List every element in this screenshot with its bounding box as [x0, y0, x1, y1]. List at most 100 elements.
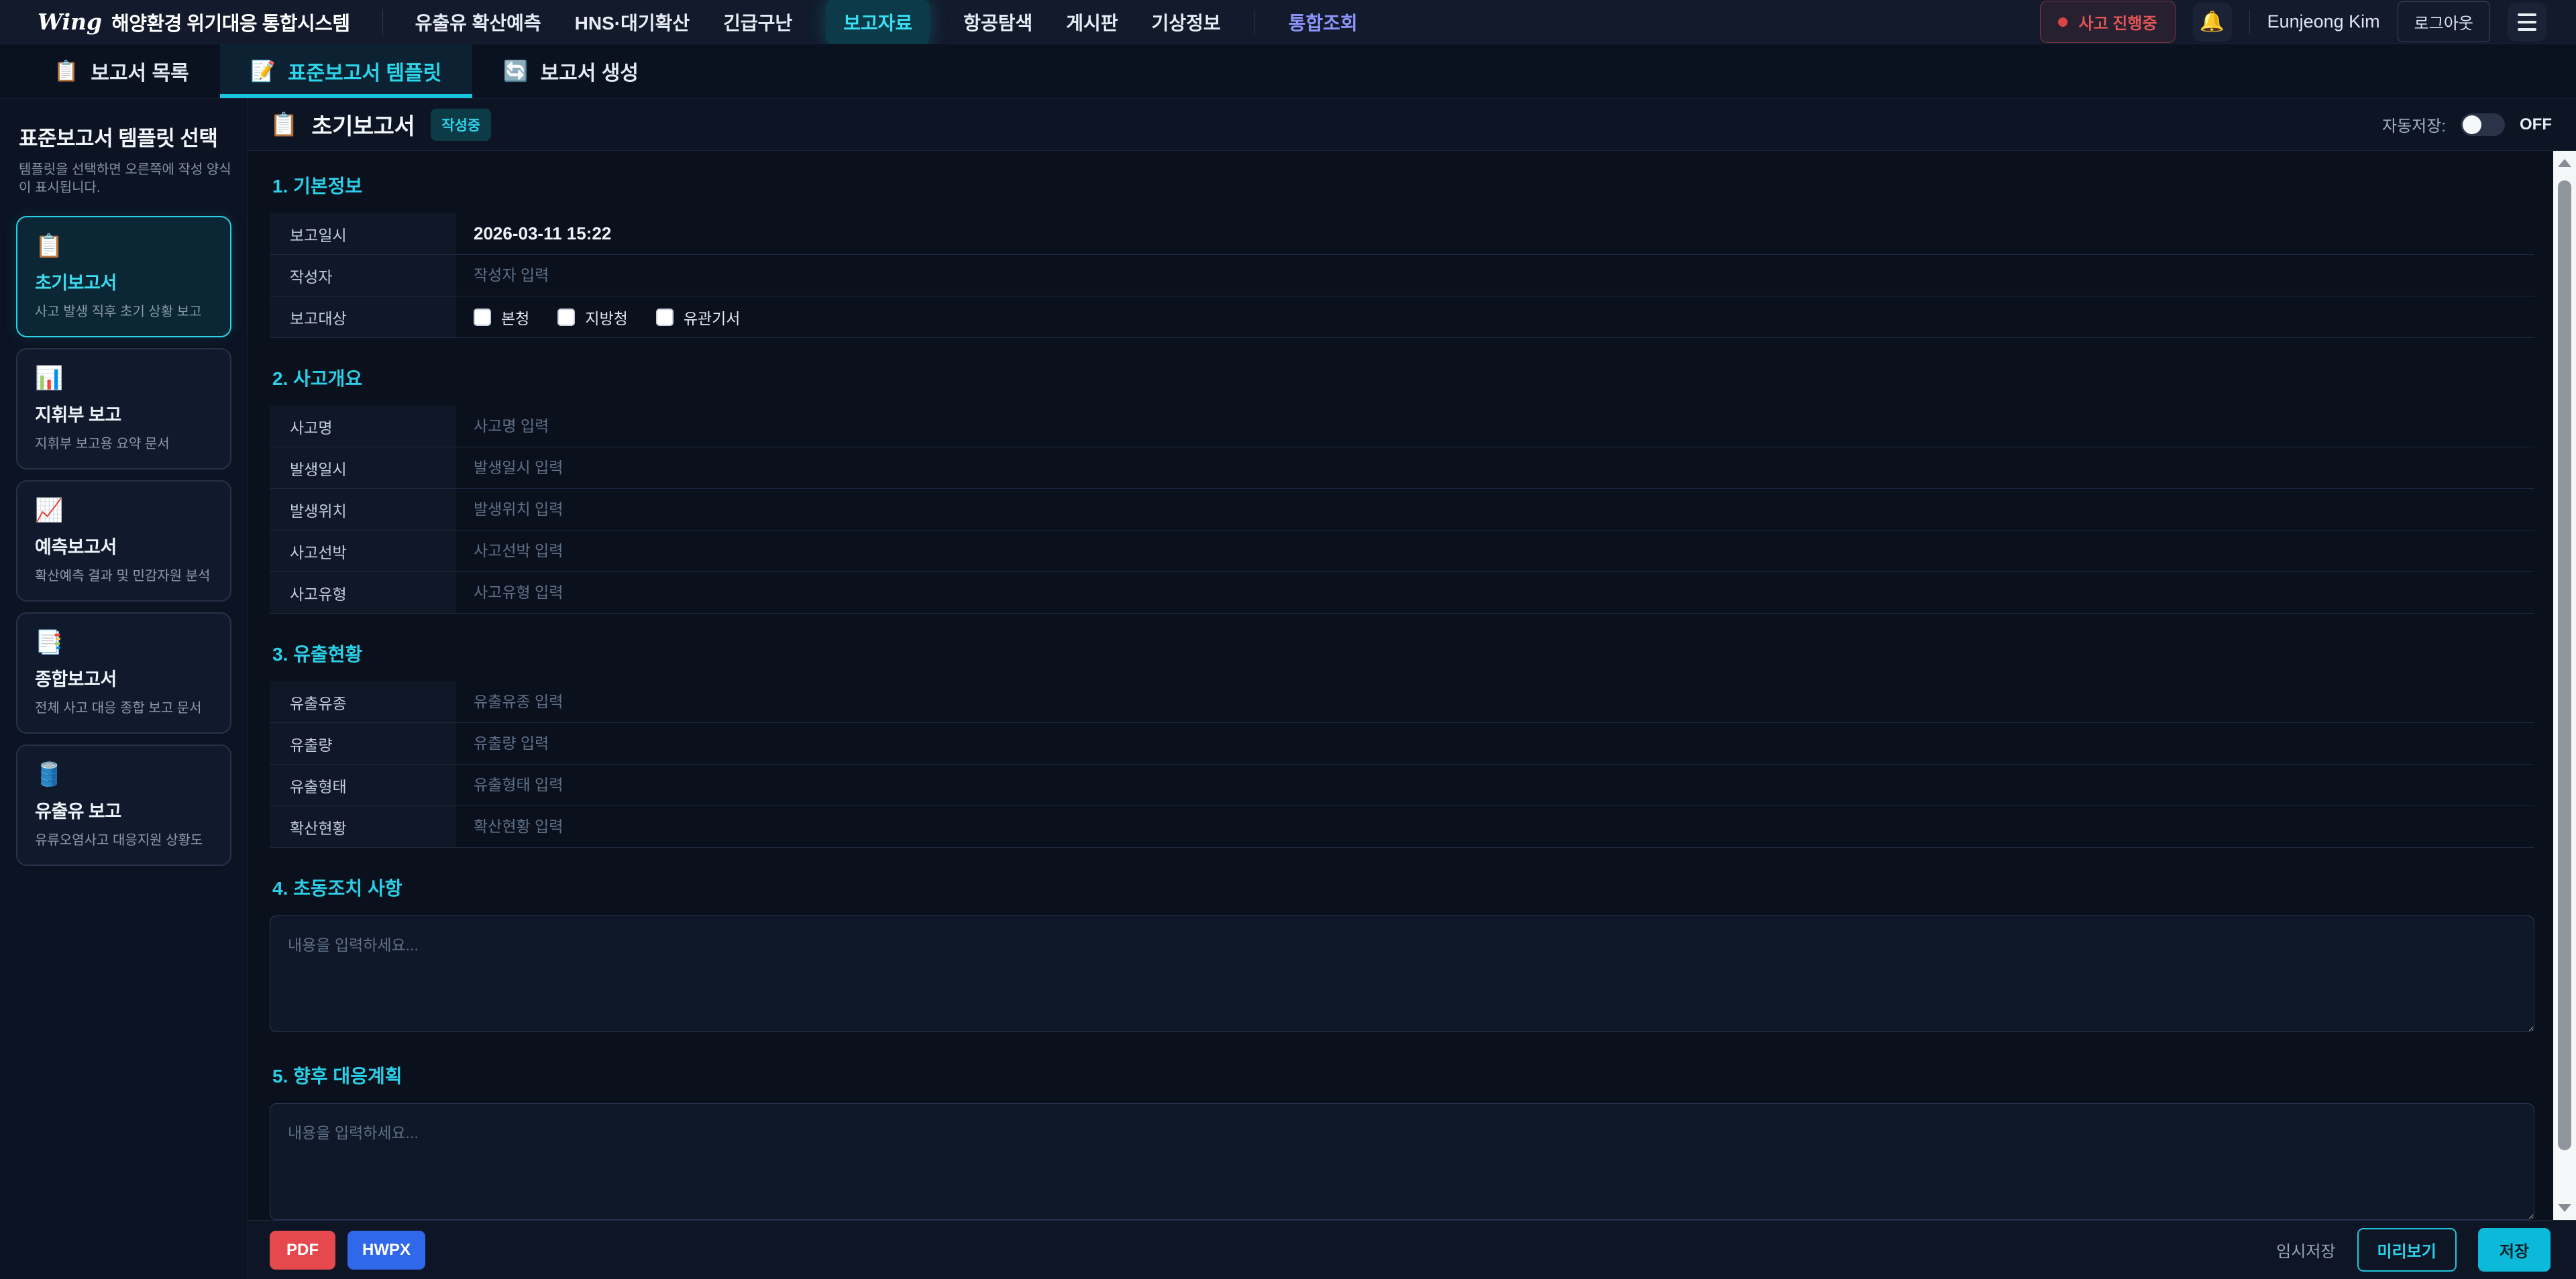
export-pdf-button[interactable]: PDF — [270, 1231, 335, 1270]
preview-button[interactable]: 미리보기 — [2357, 1228, 2457, 1272]
user-name: Eunjeong Kim — [2267, 11, 2380, 32]
autosave-state: OFF — [2520, 115, 2552, 134]
temp-save-button[interactable]: 임시저장 — [2276, 1238, 2335, 1262]
form-header: 📋 초기보고서 작성중 자동저장: OFF — [248, 99, 2576, 151]
field-label: 유출형태 — [270, 765, 456, 805]
template-card-command-report[interactable]: 📊 지휘부 보고 지휘부 보고용 요약 문서 — [16, 348, 231, 469]
footer-right-actions: 임시저장 미리보기 저장 — [2276, 1228, 2551, 1272]
incident-name-field[interactable] — [474, 417, 2534, 435]
occurrence-location-field[interactable] — [474, 500, 2534, 518]
field-label: 확산현황 — [270, 806, 456, 847]
form-scroll-area: 1. 기본정보 보고일시 2026-03-11 15:22 작성자 — [248, 151, 2553, 1220]
checkbox-regional-office[interactable]: 지방청 — [557, 306, 627, 329]
checkbox-label: 지방청 — [585, 306, 627, 329]
nav-item-weather-info[interactable]: 기상정보 — [1152, 9, 1221, 36]
oil-type-field[interactable] — [474, 693, 2534, 711]
section-initial-actions: 4. 초동조치 사항 — [270, 877, 2534, 1036]
nav-item-integrated-search[interactable]: 통합조회 — [1289, 9, 1358, 36]
tab-report-generate[interactable]: 🔄 보고서 생성 — [472, 44, 669, 98]
template-card-oil-spill-report[interactable]: 🛢️ 유출유 보고 유류오염사고 대응지원 상황도 — [16, 744, 231, 866]
spill-amount-field[interactable] — [474, 734, 2534, 753]
scrollbar-thumb[interactable] — [2558, 180, 2571, 1150]
diffusion-status-field[interactable] — [474, 818, 2534, 836]
section-heading: 2. 사고개요 — [272, 368, 2534, 390]
template-name: 종합보고서 — [35, 665, 213, 691]
workspace: 표준보고서 템플릿 선택 템플릿을 선택하면 오른쪽에 작성 양식이 표시됩니다… — [0, 99, 2576, 1279]
table-row: 발생위치 — [270, 489, 2534, 531]
checkbox-headquarters[interactable]: 본청 — [474, 306, 529, 329]
future-plan-textarea[interactable] — [270, 1103, 2534, 1220]
nav-item-hns-air-diffusion[interactable]: HNS·대기확산 — [575, 9, 690, 36]
incident-vessel-field[interactable] — [474, 542, 2534, 560]
section-incident-overview: 2. 사고개요 사고명 발생일시 발생위치 — [270, 368, 2534, 614]
table-row: 발생일시 — [270, 447, 2534, 489]
nav-item-aerial-search[interactable]: 항공탐색 — [963, 9, 1032, 36]
basic-info-table: 보고일시 2026-03-11 15:22 작성자 — [270, 213, 2534, 338]
vertical-scrollbar[interactable] — [2553, 151, 2576, 1220]
checkbox-related-agency[interactable]: 유관기서 — [656, 306, 741, 329]
app-root: Wing 해양환경 위기대응 통합시스템 유출유 확산예측 HNS·대기확산 긴… — [0, 0, 2576, 1279]
status-badge: 작성중 — [431, 109, 491, 141]
scroll-down-arrow-icon[interactable] — [2558, 1204, 2571, 1212]
nav-item-board[interactable]: 게시판 — [1066, 9, 1118, 36]
occurrence-datetime-field[interactable] — [474, 459, 2534, 477]
nav-item-emergency-rescue[interactable]: 긴급구난 — [723, 9, 792, 36]
oil-drum-icon: 🛢️ — [35, 762, 213, 788]
author-field[interactable] — [474, 266, 2534, 284]
clipboard-icon: 📋 — [270, 111, 298, 138]
report-datetime-value: 2026-03-11 15:22 — [474, 223, 611, 244]
spill-status-table: 유출유종 유출량 유출형태 — [270, 681, 2534, 848]
section-heading: 5. 향후 대응계획 — [272, 1065, 2534, 1087]
autosave-toggle[interactable] — [2461, 113, 2505, 136]
hamburger-icon — [2518, 13, 2536, 16]
export-hwpx-button[interactable]: HWPX — [347, 1231, 425, 1270]
incident-status-badge[interactable]: 사고 진행중 — [2040, 1, 2175, 43]
table-row: 사고유형 — [270, 572, 2534, 614]
table-row: 유출량 — [270, 723, 2534, 765]
template-card-comprehensive-report[interactable]: 📑 종합보고서 전체 사고 대응 종합 보고 문서 — [16, 612, 231, 734]
nav-item-oil-spill-prediction[interactable]: 유출유 확산예측 — [415, 9, 541, 36]
section-heading: 3. 유출현황 — [272, 643, 2534, 665]
template-desc: 사고 발생 직후 초기 상황 보고 — [35, 300, 213, 320]
initial-actions-textarea[interactable] — [270, 915, 2534, 1032]
logo-mark: Wing — [38, 9, 102, 35]
nav-item-reports[interactable]: 보고자료 — [826, 0, 930, 45]
field-label: 사고유형 — [270, 572, 456, 613]
hamburger-menu-button[interactable] — [2508, 3, 2546, 42]
template-card-prediction-report[interactable]: 📈 예측보고서 확산예측 결과 및 민감자원 분석 — [16, 480, 231, 602]
field-label: 유출유종 — [270, 681, 456, 722]
section-basic-info: 1. 기본정보 보고일시 2026-03-11 15:22 작성자 — [270, 175, 2534, 338]
template-name: 예측보고서 — [35, 533, 213, 559]
template-desc: 지휘부 보고용 요약 문서 — [35, 433, 213, 452]
notification-button[interactable]: 🔔 — [2193, 3, 2232, 42]
logo-divider — [382, 9, 383, 35]
top-bar-right: 사고 진행중 🔔 Eunjeong Kim 로그아웃 — [2040, 1, 2546, 43]
template-name: 초기보고서 — [35, 268, 213, 294]
field-label: 사고선박 — [270, 531, 456, 571]
field-label: 발생일시 — [270, 447, 456, 488]
spill-form-field[interactable] — [474, 776, 2534, 794]
chart-increasing-icon: 📈 — [35, 498, 213, 524]
save-button[interactable]: 저장 — [2478, 1228, 2551, 1272]
sidebar-subtitle: 템플릿을 선택하면 오른쪽에 작성 양식이 표시됩니다. — [19, 161, 231, 197]
tab-report-list[interactable]: 📋 보고서 목록 — [23, 44, 220, 98]
scroll-up-arrow-icon[interactable] — [2558, 159, 2571, 167]
sidebar-title: 표준보고서 템플릿 선택 — [19, 121, 231, 152]
section-spill-status: 3. 유출현황 유출유종 유출량 유출형태 — [270, 643, 2534, 848]
memo-icon: 📝 — [251, 60, 276, 83]
template-name: 지휘부 보고 — [35, 400, 213, 427]
form-title: 초기보고서 — [311, 108, 415, 141]
template-desc: 확산예측 결과 및 민감자원 분석 — [35, 565, 213, 584]
main-nav: 유출유 확산예측 HNS·대기확산 긴급구난 보고자료 항공탐색 게시판 기상정… — [415, 0, 1358, 45]
tab-standard-template[interactable]: 📝 표준보고서 템플릿 — [220, 44, 473, 98]
template-desc: 전체 사고 대응 종합 보고 문서 — [35, 697, 213, 716]
template-list: 📋 초기보고서 사고 발생 직후 초기 상황 보고 📊 지휘부 보고 지휘부 보… — [16, 216, 231, 866]
table-row: 작성자 — [270, 255, 2534, 296]
tab-standard-template-label: 표준보고서 템플릿 — [288, 56, 441, 86]
checkbox-icon — [474, 309, 491, 326]
template-card-initial-report[interactable]: 📋 초기보고서 사고 발생 직후 초기 상황 보고 — [16, 216, 231, 337]
form-body-row: 1. 기본정보 보고일시 2026-03-11 15:22 작성자 — [248, 151, 2576, 1220]
incident-type-field[interactable] — [474, 583, 2534, 602]
logout-button[interactable]: 로그아웃 — [2398, 1, 2490, 42]
table-row: 유출형태 — [270, 765, 2534, 806]
